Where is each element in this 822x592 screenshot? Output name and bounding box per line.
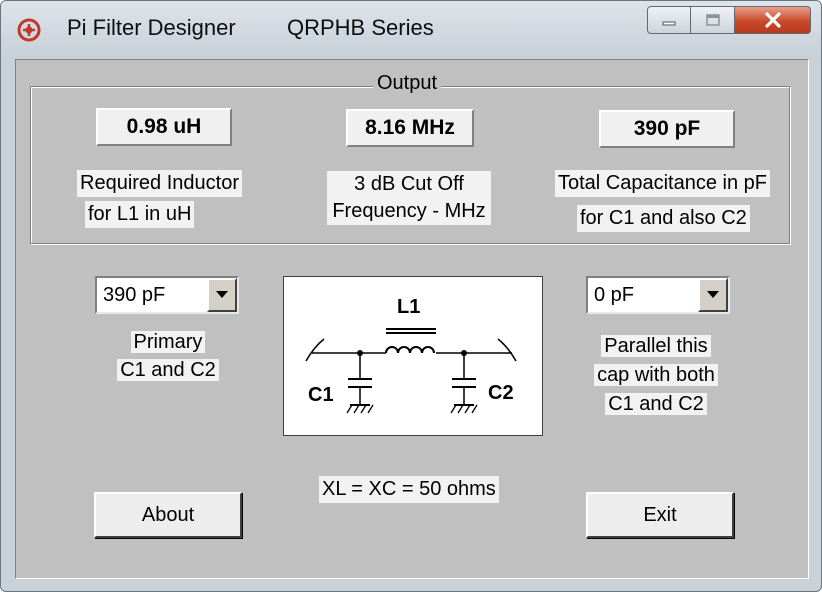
cutoff-label-line2: Frequency - MHz bbox=[327, 198, 491, 225]
parallel-capacitor-value: 0 pF bbox=[594, 284, 635, 306]
capacitance-label-line2: for C1 and also C2 bbox=[577, 205, 750, 232]
primary-label-line2: C1 and C2 bbox=[117, 359, 219, 381]
maximize-icon bbox=[705, 14, 720, 26]
title-bar[interactable]: Pi Filter Designer QRPHB Series bbox=[1, 1, 821, 57]
output-group-title: Output bbox=[373, 72, 442, 95]
parallel-label-line2: cap with both bbox=[594, 364, 718, 386]
primary-label-line1: Primary bbox=[130, 331, 206, 353]
minimize-button[interactable] bbox=[647, 6, 691, 34]
window-controls bbox=[647, 6, 811, 36]
inductor-label-line1: Required Inductor bbox=[77, 170, 242, 197]
parallel-capacitor-select[interactable]: 0 pF bbox=[586, 276, 730, 314]
primary-capacitor-select[interactable]: 390 pF bbox=[95, 276, 239, 314]
parallel-label: Parallel this cap with both C1 and C2 bbox=[581, 332, 731, 419]
schematic-c2-label: C2 bbox=[488, 382, 514, 404]
inductor-value: 0.98 uH bbox=[96, 108, 232, 146]
cutoff-value: 8.16 MHz bbox=[346, 109, 474, 147]
schematic-c1-label: C1 bbox=[308, 384, 334, 406]
triangle-down-icon bbox=[707, 291, 719, 298]
exit-button[interactable]: Exit bbox=[586, 492, 734, 538]
impedance-text: XL = XC = 50 ohms bbox=[319, 476, 499, 503]
triangle-down-icon bbox=[216, 291, 228, 298]
pi-filter-schematic: L1 C1 C2 bbox=[283, 276, 543, 436]
app-logo-icon[interactable] bbox=[17, 18, 41, 42]
capacitance-label-line1: Total Capacitance in pF bbox=[555, 170, 771, 197]
close-button[interactable] bbox=[735, 6, 811, 34]
parallel-label-line1: Parallel this bbox=[601, 335, 711, 357]
about-button[interactable]: About bbox=[94, 492, 242, 538]
maximize-button[interactable] bbox=[691, 6, 735, 34]
window-title: Pi Filter Designer bbox=[67, 15, 236, 40]
inductor-label-line2: for L1 in uH bbox=[85, 201, 195, 228]
parallel-label-line3: C1 and C2 bbox=[605, 393, 707, 415]
schematic-l1-label: L1 bbox=[397, 296, 420, 318]
primary-label: Primary C1 and C2 bbox=[93, 328, 243, 384]
primary-capacitor-value: 390 pF bbox=[103, 284, 166, 306]
parallel-dropdown-button[interactable] bbox=[698, 278, 728, 312]
primary-dropdown-button[interactable] bbox=[207, 278, 237, 312]
cutoff-label-line1: 3 dB Cut Off bbox=[327, 171, 491, 198]
app-window: Pi Filter Designer QRPHB Series Output 0… bbox=[0, 0, 822, 592]
capacitance-value: 390 pF bbox=[599, 110, 735, 148]
minimize-icon bbox=[662, 21, 676, 26]
client-area: Output 0.98 uH Required Inductor for L1 … bbox=[15, 59, 809, 579]
close-icon bbox=[764, 12, 781, 28]
window-subtitle: QRPHB Series bbox=[287, 15, 434, 40]
